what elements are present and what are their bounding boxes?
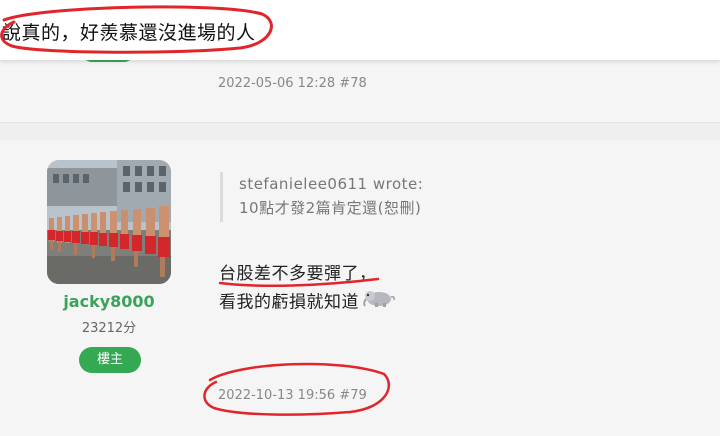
post-body-line-1: 台股差不多要彈了，	[219, 264, 377, 284]
author-username[interactable]: jacky8000	[47, 292, 171, 311]
quote-block: stefanielee0611 wrote: 10點才發2篇肯定還(恕刪)	[220, 172, 520, 222]
previous-post-date: 2022-05-06 12:28	[218, 76, 336, 91]
previous-post-floor[interactable]: #78	[339, 76, 366, 91]
quote-text: 10點才發2篇肯定還(恕刪)	[239, 199, 422, 217]
post-meta[interactable]: 2022-10-13 19:56 #79	[218, 388, 367, 403]
previous-post-footer: 2022-05-06 12:28 #78	[0, 60, 720, 122]
post-79: jacky8000 23212分 樓主 stefanielee0611 wrot…	[0, 140, 720, 436]
topic-header: 說真的，好羨慕還沒進場的人	[0, 0, 720, 60]
avatar[interactable]	[47, 160, 171, 284]
post-body-line-2: 看我的虧損就知道	[219, 292, 359, 313]
author-points: 23212分	[81, 321, 137, 336]
post-separator	[0, 122, 720, 140]
sad-elephant-icon	[361, 288, 397, 317]
role-badge: 樓主	[79, 347, 141, 373]
topic-title: 說真的，好羨慕還沒進場的人	[2, 22, 256, 44]
quote-author: stefanielee0611 wrote:	[239, 175, 424, 193]
avatar-photo	[47, 160, 171, 284]
post-body: 台股差不多要彈了， 看我的虧損就知道	[219, 260, 397, 317]
post-body-line-2-wrap: 看我的虧損就知道	[219, 288, 397, 317]
previous-post-meta[interactable]: 2022-05-06 12:28 #78	[218, 76, 367, 91]
post-date: 2022-10-13 19:56	[218, 388, 336, 403]
post-floor[interactable]: #79	[339, 388, 366, 403]
